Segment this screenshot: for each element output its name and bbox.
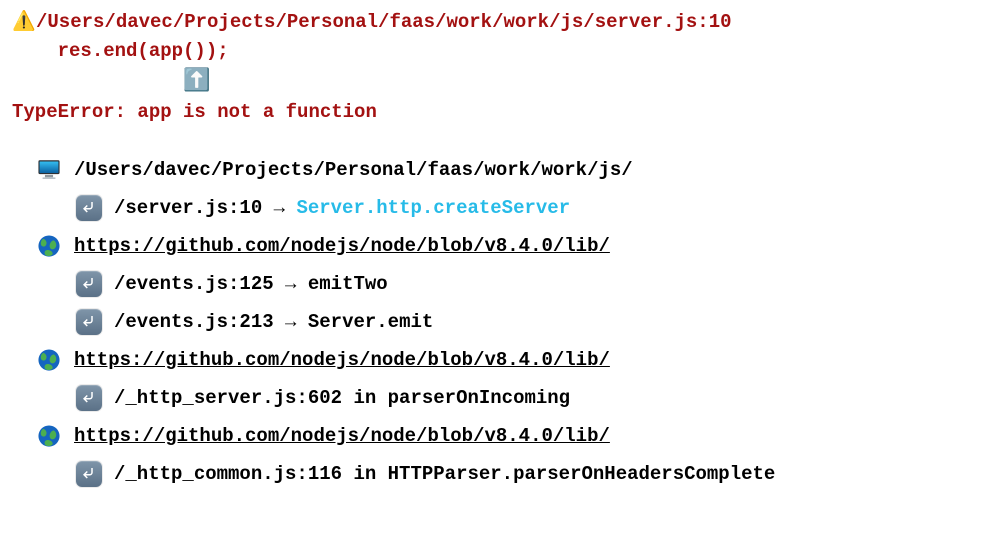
return-icon	[76, 309, 102, 335]
error-pointer-line: ⬆️	[12, 65, 996, 98]
globe-icon	[36, 233, 62, 259]
globe-icon	[36, 347, 62, 373]
stack-frame: /_http_server.js:602 in parserOnIncoming	[36, 379, 996, 417]
stack-group-url[interactable]: https://github.com/nodejs/node/blob/v8.4…	[74, 341, 610, 379]
stack-frame-text: /events.js:125 → emitTwo	[114, 265, 388, 303]
frame-sep: in	[342, 387, 388, 409]
stack-group-url[interactable]: https://github.com/nodejs/node/blob/v8.4…	[74, 417, 610, 455]
stack-group-head: /Users/davec/Projects/Personal/faas/work…	[36, 151, 996, 189]
frame-sep: in	[342, 463, 388, 485]
arrow-up-icon: ⬆️	[183, 65, 210, 98]
warning-icon: ⚠️	[12, 8, 36, 37]
stack-group: https://github.com/nodejs/node/blob/v8.4…	[36, 227, 996, 341]
stack-frame-text: /_http_common.js:116 in HTTPParser.parse…	[114, 455, 775, 493]
return-icon	[76, 195, 102, 221]
frame-file: /events.js:213	[114, 311, 274, 333]
code-indent	[12, 40, 58, 62]
frame-file: /events.js:125	[114, 273, 274, 295]
frame-symbol[interactable]: Server.http.createServer	[296, 197, 570, 219]
pointer-indent	[12, 71, 183, 93]
frame-sep: →	[274, 273, 308, 295]
return-icon	[76, 461, 102, 487]
frame-file: /_http_common.js:116	[114, 463, 342, 485]
stack-group-path: /Users/davec/Projects/Personal/faas/work…	[74, 151, 633, 189]
stack-trace: /Users/davec/Projects/Personal/faas/work…	[12, 151, 996, 493]
frame-symbol: emitTwo	[308, 273, 388, 295]
frame-sep: →	[262, 197, 296, 219]
stack-frame-text: /events.js:213 → Server.emit	[114, 303, 433, 341]
error-output: ⚠️/Users/davec/Projects/Personal/faas/wo…	[0, 0, 1008, 493]
stack-frame: /events.js:125 → emitTwo	[36, 265, 996, 303]
stack-group-head: https://github.com/nodejs/node/blob/v8.4…	[36, 341, 996, 379]
return-icon	[76, 385, 102, 411]
frame-file: /_http_server.js:602	[114, 387, 342, 409]
frame-file: /server.js:10	[114, 197, 262, 219]
stack-group-head: https://github.com/nodejs/node/blob/v8.4…	[36, 417, 996, 455]
error-code-line: res.end(app());	[12, 37, 996, 66]
error-code: res.end(app());	[58, 40, 229, 62]
frame-sep: →	[274, 311, 308, 333]
stack-group: https://github.com/nodejs/node/blob/v8.4…	[36, 341, 996, 417]
frame-symbol: HTTPParser.parserOnHeadersComplete	[388, 463, 776, 485]
stack-frame-text: /_http_server.js:602 in parserOnIncoming	[114, 379, 570, 417]
stack-group: https://github.com/nodejs/node/blob/v8.4…	[36, 417, 996, 493]
frame-symbol: Server.emit	[308, 311, 433, 333]
stack-frame-text: /server.js:10 → Server.http.createServer	[114, 189, 570, 227]
error-location: /Users/davec/Projects/Personal/faas/work…	[36, 11, 732, 33]
stack-frame: /events.js:213 → Server.emit	[36, 303, 996, 341]
stack-group-url[interactable]: https://github.com/nodejs/node/blob/v8.4…	[74, 227, 610, 265]
stack-frame: /server.js:10 → Server.http.createServer	[36, 189, 996, 227]
error-message: TypeError: app is not a function	[12, 98, 996, 127]
globe-icon	[36, 423, 62, 449]
frame-symbol: parserOnIncoming	[388, 387, 570, 409]
stack-group: /Users/davec/Projects/Personal/faas/work…	[36, 151, 996, 227]
stack-frame: /_http_common.js:116 in HTTPParser.parse…	[36, 455, 996, 493]
return-icon	[76, 271, 102, 297]
stack-group-head: https://github.com/nodejs/node/blob/v8.4…	[36, 227, 996, 265]
monitor-icon	[36, 157, 62, 183]
error-location-line: ⚠️/Users/davec/Projects/Personal/faas/wo…	[12, 8, 996, 37]
